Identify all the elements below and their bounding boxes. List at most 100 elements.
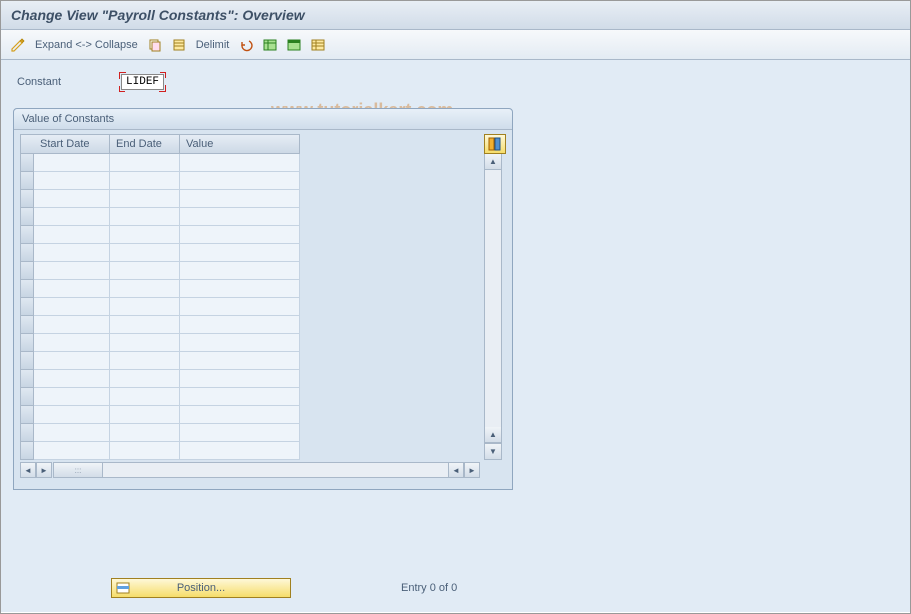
row-selector[interactable]: [20, 352, 34, 370]
cell-value[interactable]: [180, 226, 300, 244]
row-selector[interactable]: [20, 190, 34, 208]
table-row[interactable]: [20, 262, 480, 280]
cell-value[interactable]: [180, 154, 300, 172]
vscroll-track[interactable]: [485, 170, 501, 427]
cell-end-date[interactable]: [110, 424, 180, 442]
cell-end-date[interactable]: [110, 316, 180, 334]
cell-end-date[interactable]: [110, 280, 180, 298]
cell-start-date[interactable]: [34, 370, 110, 388]
cell-start-date[interactable]: [34, 190, 110, 208]
table-row[interactable]: [20, 352, 480, 370]
table-settings-green-icon[interactable]: [261, 36, 279, 54]
row-selector[interactable]: [20, 244, 34, 262]
cell-end-date[interactable]: [110, 262, 180, 280]
row-selector[interactable]: [20, 298, 34, 316]
cell-start-date[interactable]: [34, 298, 110, 316]
table-select-green-icon[interactable]: [285, 36, 303, 54]
select-all-icon[interactable]: [170, 36, 188, 54]
cell-end-date[interactable]: [110, 406, 180, 424]
cell-end-date[interactable]: [110, 172, 180, 190]
row-selector[interactable]: [20, 154, 34, 172]
cell-value[interactable]: [180, 334, 300, 352]
undo-icon[interactable]: [237, 36, 255, 54]
cell-value[interactable]: [180, 208, 300, 226]
cell-start-date[interactable]: [34, 172, 110, 190]
cell-end-date[interactable]: [110, 370, 180, 388]
cell-value[interactable]: [180, 172, 300, 190]
cell-end-date[interactable]: [110, 154, 180, 172]
row-selector[interactable]: [20, 208, 34, 226]
vertical-scrollbar[interactable]: ▲ ▲ ▼: [484, 154, 502, 460]
table-row[interactable]: [20, 154, 480, 172]
cell-start-date[interactable]: [34, 154, 110, 172]
cell-value[interactable]: [180, 244, 300, 262]
table-row[interactable]: [20, 370, 480, 388]
scroll-left-step-button[interactable]: ◄: [448, 462, 464, 478]
cell-start-date[interactable]: [34, 316, 110, 334]
table-view-icon[interactable]: [309, 36, 327, 54]
cell-value[interactable]: [180, 298, 300, 316]
table-row[interactable]: [20, 424, 480, 442]
row-selector[interactable]: [20, 370, 34, 388]
column-header-start-date[interactable]: Start Date: [34, 134, 110, 154]
cell-value[interactable]: [180, 262, 300, 280]
row-selector[interactable]: [20, 280, 34, 298]
row-selector[interactable]: [20, 388, 34, 406]
cell-start-date[interactable]: [34, 334, 110, 352]
cell-value[interactable]: [180, 406, 300, 424]
cell-end-date[interactable]: [110, 352, 180, 370]
table-row[interactable]: [20, 172, 480, 190]
cell-value[interactable]: [180, 352, 300, 370]
cell-value[interactable]: [180, 280, 300, 298]
table-row[interactable]: [20, 190, 480, 208]
table-row[interactable]: [20, 442, 480, 460]
row-selector[interactable]: [20, 172, 34, 190]
cell-value[interactable]: [180, 388, 300, 406]
table-row[interactable]: [20, 298, 480, 316]
expand-collapse-button[interactable]: Expand <-> Collapse: [33, 39, 140, 51]
table-row[interactable]: [20, 226, 480, 244]
row-selector[interactable]: [20, 406, 34, 424]
cell-start-date[interactable]: [34, 352, 110, 370]
delimit-button[interactable]: Delimit: [194, 39, 232, 51]
column-header-value[interactable]: Value: [180, 134, 300, 154]
row-selector[interactable]: [20, 442, 34, 460]
constant-value-input[interactable]: LIDEF: [121, 74, 164, 90]
table-row[interactable]: [20, 406, 480, 424]
table-row[interactable]: [20, 208, 480, 226]
cell-end-date[interactable]: [110, 442, 180, 460]
scroll-right-button[interactable]: ►: [464, 462, 480, 478]
cell-start-date[interactable]: [34, 244, 110, 262]
cell-end-date[interactable]: [110, 208, 180, 226]
cell-end-date[interactable]: [110, 388, 180, 406]
cell-start-date[interactable]: [34, 406, 110, 424]
scroll-up-button[interactable]: ▲: [485, 154, 501, 170]
row-selector[interactable]: [20, 424, 34, 442]
cell-value[interactable]: [180, 190, 300, 208]
change-icon[interactable]: [9, 36, 27, 54]
cell-end-date[interactable]: [110, 244, 180, 262]
table-row[interactable]: [20, 280, 480, 298]
row-selector[interactable]: [20, 262, 34, 280]
cell-end-date[interactable]: [110, 226, 180, 244]
scroll-thumb[interactable]: :::: [53, 462, 103, 478]
table-row[interactable]: [20, 334, 480, 352]
scroll-up-step-button[interactable]: ▲: [485, 427, 501, 443]
cell-value[interactable]: [180, 370, 300, 388]
cell-start-date[interactable]: [34, 226, 110, 244]
scroll-track[interactable]: [103, 462, 448, 478]
cell-start-date[interactable]: [34, 442, 110, 460]
cell-end-date[interactable]: [110, 334, 180, 352]
copy-icon[interactable]: [146, 36, 164, 54]
row-selector[interactable]: [20, 226, 34, 244]
row-selector-header[interactable]: [20, 134, 34, 154]
cell-value[interactable]: [180, 442, 300, 460]
position-button[interactable]: Position...: [111, 578, 291, 598]
scroll-left-button[interactable]: ◄: [20, 462, 36, 478]
cell-start-date[interactable]: [34, 208, 110, 226]
table-config-button[interactable]: [484, 134, 506, 154]
cell-end-date[interactable]: [110, 298, 180, 316]
table-row[interactable]: [20, 388, 480, 406]
cell-value[interactable]: [180, 424, 300, 442]
cell-start-date[interactable]: [34, 262, 110, 280]
